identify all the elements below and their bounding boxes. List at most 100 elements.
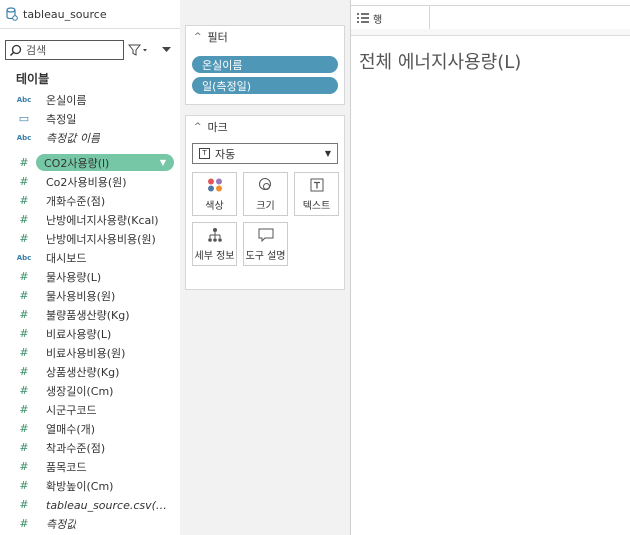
dimension-field[interactable]: ▭ 측정일: [0, 109, 180, 128]
number-type-icon: #: [19, 422, 29, 435]
number-type-icon: #: [19, 384, 29, 397]
measure-field[interactable]: # 열매수(개): [0, 419, 180, 438]
filter-fields-button[interactable]: [127, 41, 149, 59]
field-label: 온실이름: [46, 93, 87, 107]
number-type-icon: #: [19, 232, 29, 245]
filter-pill-day[interactable]: 일(측정일): [192, 77, 338, 94]
field-label: 시군구코드: [46, 403, 97, 417]
filters-card-title: 필터: [207, 31, 228, 44]
measure-field[interactable]: # 생장길이(Cm): [0, 381, 180, 400]
field-label: 난방에너지사용비용(원): [46, 232, 156, 246]
measure-field[interactable]: # 품목코드: [0, 457, 180, 476]
measure-field[interactable]: # 개화수준(점): [0, 191, 180, 210]
text-mark-icon: T: [199, 148, 210, 159]
measure-field[interactable]: Abc 대시보드: [0, 248, 180, 267]
database-icon: [6, 7, 18, 21]
dimension-field[interactable]: Abc 온실이름: [0, 90, 180, 109]
selected-field-pill[interactable]: CO2사용량(l) ▼: [36, 154, 174, 171]
field-label: 비료사용비용(원): [46, 346, 126, 360]
color-dots-icon: [207, 178, 222, 192]
detail-button-label: 세부 정보: [194, 250, 235, 262]
marks-card-header[interactable]: ^ 마크: [186, 116, 344, 138]
data-source-header[interactable]: tableau_source: [0, 0, 180, 29]
measure-field[interactable]: # Co2사용비용(원): [0, 172, 180, 191]
measure-field[interactable]: # 난방에너지사용비용(원): [0, 229, 180, 248]
field-label: 측정일: [46, 112, 77, 126]
measure-field[interactable]: # 착과수준(점): [0, 438, 180, 457]
number-type-icon: #: [19, 289, 29, 302]
measure-field[interactable]: # 난방에너지사용량(Kcal): [0, 210, 180, 229]
measure-field[interactable]: # 불량품생산량(Kg): [0, 305, 180, 324]
field-label: 비료사용량(L): [46, 327, 112, 341]
field-label: 불량품생산량(Kg): [46, 308, 130, 322]
dimension-field[interactable]: Abc 측정값 이름: [0, 128, 180, 147]
field-label: CO2사용량(l): [44, 156, 110, 170]
dropdown-arrow-icon: ▼: [324, 149, 331, 158]
pill-dropdown-icon[interactable]: ▼: [160, 158, 174, 167]
measure-field[interactable]: # 시군구코드: [0, 400, 180, 419]
size-button-label: 크기: [256, 200, 275, 212]
mark-type-value: 자동: [215, 147, 236, 161]
marks-card: ^ 마크 T 자동 ▼ 색상 크기 텍스트 세부 정보 도구 설명: [185, 115, 345, 290]
marks-card-title: 마크: [207, 121, 228, 134]
measure-field[interactable]: # 상품생산량(Kg): [0, 362, 180, 381]
measure-field[interactable]: # 측정값: [0, 514, 180, 533]
abc-type-icon: Abc: [16, 133, 32, 142]
data-pane-menu-button[interactable]: [158, 41, 174, 59]
field-label: 물사용량(L): [46, 270, 102, 284]
data-source-name: tableau_source: [23, 7, 107, 21]
color-button-label: 색상: [205, 200, 224, 212]
abc-type-icon: Abc: [16, 95, 32, 104]
field-label: 품목코드: [46, 460, 87, 474]
field-label: 생장길이(Cm): [46, 384, 114, 398]
filters-card-header[interactable]: ^ 필터: [186, 26, 344, 48]
chevron-up-icon: ^: [194, 32, 202, 42]
search-row: [4, 40, 176, 60]
shelf-divider: [429, 6, 430, 30]
field-label: 측정값: [46, 517, 77, 531]
text-button[interactable]: 텍스트: [294, 172, 339, 216]
measure-field[interactable]: # 물사용비용(원): [0, 286, 180, 305]
data-pane: tableau_source 테이블 Abc 온실이름 ▭ 측정일 Abc 측정값 이름 #…: [0, 0, 181, 535]
number-type-icon: #: [19, 441, 29, 454]
number-type-icon: #: [19, 308, 29, 321]
detail-button[interactable]: 세부 정보: [192, 222, 237, 266]
number-type-icon: #: [19, 517, 29, 530]
filter-pill-greenhouse[interactable]: 온실이름: [192, 56, 338, 73]
shelf-strip: [351, 29, 630, 36]
rows-shelf-label-wrap: 행: [357, 6, 382, 30]
speech-bubble-icon: [258, 228, 273, 242]
field-label: 대시보드: [46, 251, 87, 265]
number-type-icon: #: [19, 175, 29, 188]
size-button[interactable]: 크기: [243, 172, 288, 216]
number-type-icon: #: [19, 365, 29, 378]
field-label: Co2사용비용(원): [46, 175, 127, 189]
measure-field[interactable]: # 확방높이(Cm): [0, 476, 180, 495]
field-label: 열매수(개): [46, 422, 96, 436]
tables-section-title: 테이블: [16, 72, 50, 86]
color-button[interactable]: 색상: [192, 172, 237, 216]
rows-shelf[interactable]: 행: [351, 5, 630, 31]
measure-field[interactable]: # 비료사용비용(원): [0, 343, 180, 362]
field-label: 착과수준(점): [46, 441, 106, 455]
number-type-icon: #: [19, 498, 29, 511]
number-type-icon: #: [19, 479, 29, 492]
field-label: 확방높이(Cm): [46, 479, 114, 493]
mark-type-select[interactable]: T 자동 ▼: [192, 143, 338, 164]
number-type-icon: #: [19, 403, 29, 416]
measure-field[interactable]: # 물사용량(L): [0, 267, 180, 286]
number-type-icon: #: [19, 213, 29, 226]
measure-field-selected[interactable]: # CO2사용량(l) ▼: [0, 153, 180, 172]
size-circles-icon: [258, 178, 271, 190]
measure-field[interactable]: # tableau_source.csv(카...: [0, 495, 180, 514]
number-type-icon: #: [19, 327, 29, 340]
field-label: 측정값 이름: [46, 131, 101, 145]
measure-field[interactable]: # 비료사용량(L): [0, 324, 180, 343]
search-input[interactable]: [22, 43, 116, 57]
text-t-icon: [310, 178, 323, 192]
tooltip-button[interactable]: 도구 설명: [243, 222, 288, 266]
number-type-icon: #: [19, 346, 29, 359]
search-box[interactable]: [5, 40, 124, 60]
search-icon: [9, 44, 22, 56]
rows-list-icon: [357, 13, 369, 23]
